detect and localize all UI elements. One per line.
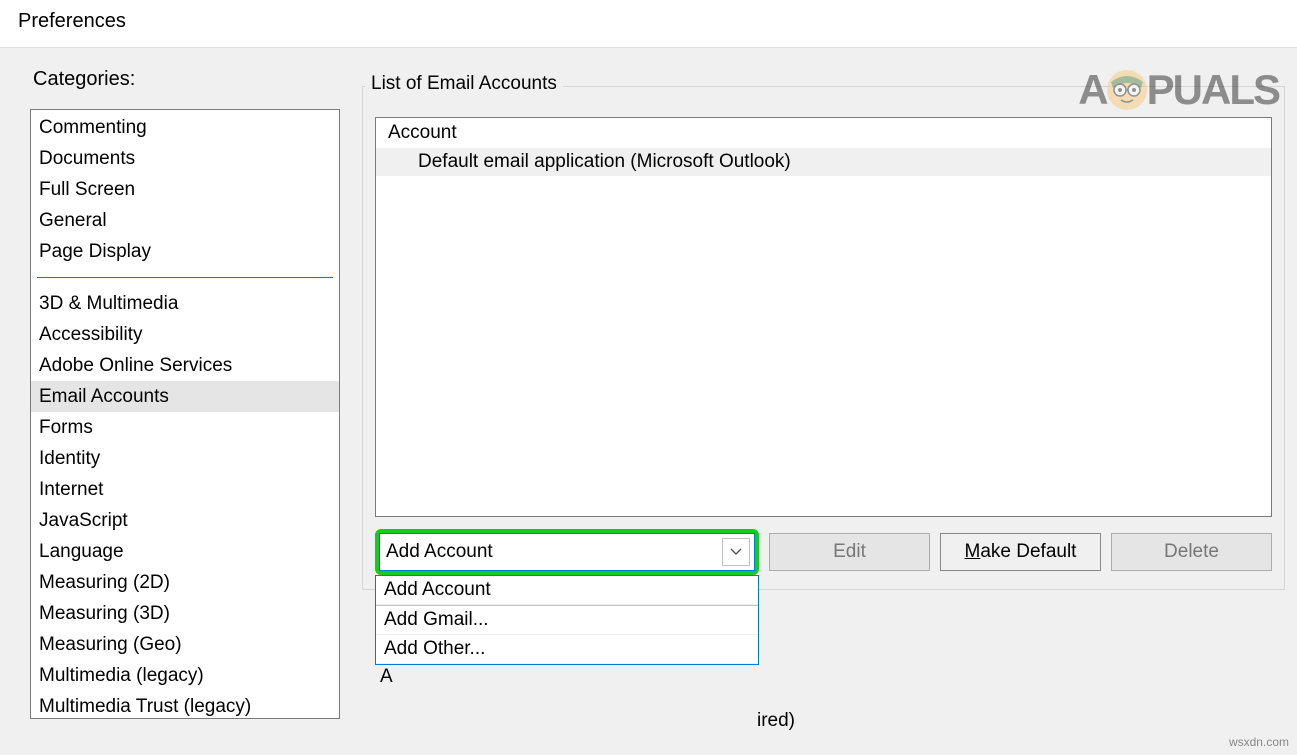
add-account-highlight: Add Account Add Account Add Gmail... Add… [375, 529, 759, 575]
cutoff-fieldset-label: A [380, 666, 393, 688]
email-accounts-group: List of Email Accounts Account Default e… [362, 86, 1285, 590]
categories-panel: Categories: CommentingDocumentsFull Scre… [30, 68, 340, 719]
category-item[interactable]: Email Accounts [31, 381, 339, 412]
window-title: Preferences [0, 0, 1297, 48]
account-column-header: Account [376, 118, 1271, 148]
category-item[interactable]: Multimedia Trust (legacy) [31, 691, 339, 719]
categories-label: Categories: [33, 68, 340, 91]
chevron-down-icon[interactable] [722, 538, 750, 566]
dropdown-item-add-account[interactable]: Add Account [376, 576, 758, 605]
category-item[interactable]: Documents [31, 143, 339, 174]
add-account-dropdown-menu[interactable]: Add Account Add Gmail... Add Other... [375, 575, 759, 665]
category-item[interactable]: JavaScript [31, 505, 339, 536]
category-item[interactable]: Accessibility [31, 319, 339, 350]
logo-letter-a: A [1078, 66, 1106, 114]
category-item[interactable]: Multimedia (legacy) [31, 660, 339, 691]
category-item[interactable]: Internet [31, 474, 339, 505]
make-default-button[interactable]: Make Default [940, 533, 1101, 571]
appuals-logo: A PUALS [1078, 66, 1279, 114]
edit-button[interactable]: Edit [769, 533, 930, 571]
logo-text-puals: PUALS [1147, 66, 1279, 114]
watermark: wsxdn.com [1229, 735, 1289, 749]
category-item[interactable]: 3D & Multimedia [31, 288, 339, 319]
dropdown-item-add-other[interactable]: Add Other... [376, 635, 758, 664]
add-account-selected-value: Add Account [386, 541, 493, 563]
category-item[interactable]: Commenting [31, 112, 339, 143]
category-item[interactable]: Measuring (3D) [31, 598, 339, 629]
category-item[interactable]: Page Display [31, 236, 339, 267]
account-row[interactable]: Default email application (Microsoft Out… [376, 148, 1271, 176]
add-account-dropdown[interactable]: Add Account [379, 533, 755, 571]
category-item[interactable]: General [31, 205, 339, 236]
delete-button[interactable]: Delete [1111, 533, 1272, 571]
cutoff-text-fragment: ired) [757, 710, 795, 732]
category-item[interactable]: Measuring (Geo) [31, 629, 339, 660]
category-item[interactable]: Adobe Online Services [31, 350, 339, 381]
category-divider [37, 277, 333, 278]
category-item[interactable]: Measuring (2D) [31, 567, 339, 598]
category-item[interactable]: Full Screen [31, 174, 339, 205]
categories-listbox[interactable]: CommentingDocumentsFull ScreenGeneralPag… [30, 109, 340, 719]
category-item[interactable]: Language [31, 536, 339, 567]
settings-panel: List of Email Accounts Account Default e… [340, 68, 1297, 719]
category-item[interactable]: Identity [31, 443, 339, 474]
category-item[interactable]: Forms [31, 412, 339, 443]
mascot-icon [1105, 68, 1149, 112]
email-accounts-group-label: List of Email Accounts [365, 73, 563, 95]
dropdown-item-add-gmail[interactable]: Add Gmail... [376, 606, 758, 635]
account-listbox[interactable]: Account Default email application (Micro… [375, 117, 1272, 517]
